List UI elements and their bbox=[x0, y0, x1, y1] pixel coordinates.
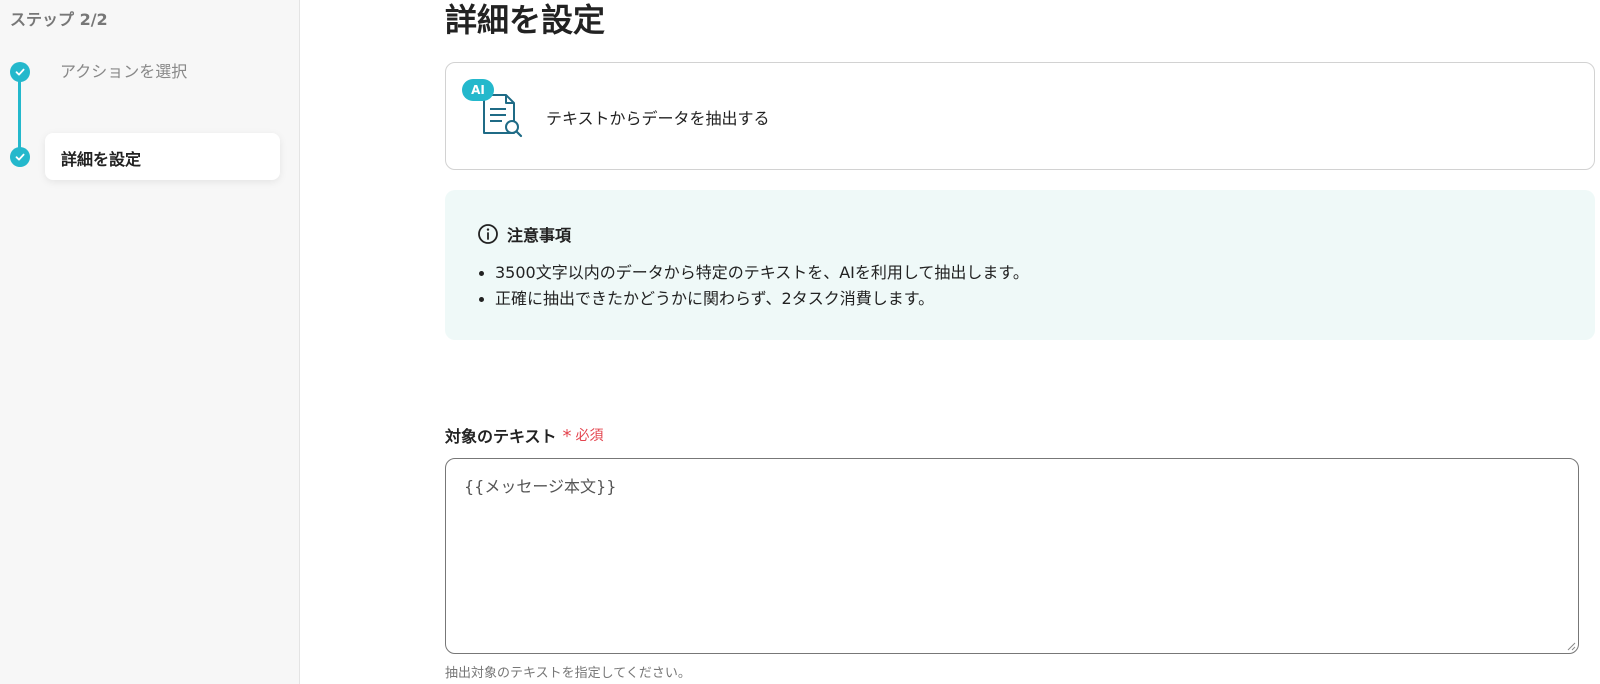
notice-title: 注意事項 bbox=[507, 226, 572, 245]
action-label: テキストからデータを抽出する bbox=[546, 109, 770, 128]
required-mark: * bbox=[562, 426, 572, 447]
main-content: 詳細を設定 AI テキストからデータを抽出する 注意事項 3500文字以内のデー… bbox=[445, 0, 1595, 684]
notice-item: 3500文字以内のデータから特定のテキストを、AIを利用して抽出します。 bbox=[477, 260, 1029, 286]
action-card[interactable]: AI テキストからデータを抽出する bbox=[445, 62, 1595, 170]
field-label-text: 対象のテキスト bbox=[445, 427, 557, 446]
notice-item: 正確に抽出できたかどうかに関わらず、2タスク消費します。 bbox=[477, 286, 1029, 312]
notice-header: 注意事項 bbox=[477, 222, 571, 246]
document-search-icon: AI bbox=[462, 79, 526, 143]
required-text: 必須 bbox=[575, 428, 604, 444]
ai-badge: AI bbox=[462, 79, 494, 101]
sidebar-step-label: 詳細を設定 bbox=[61, 150, 142, 169]
resize-handle-icon[interactable] bbox=[1566, 641, 1576, 651]
sidebar: ステップ 2/2 アクションを選択 詳細を設定 bbox=[0, 0, 300, 684]
check-icon bbox=[10, 62, 30, 82]
notice-list: 3500文字以内のデータから特定のテキストを、AIを利用して抽出します。 正確に… bbox=[477, 260, 1029, 312]
field-hint: 抽出対象のテキストを指定してください。 bbox=[445, 666, 691, 681]
target-text-value: {{メッセージ本文}} bbox=[464, 477, 617, 496]
step-count: ステップ 2/2 bbox=[10, 10, 108, 29]
sidebar-step-select-action[interactable]: アクションを選択 bbox=[60, 58, 187, 82]
page-title: 詳細を設定 bbox=[445, 1, 606, 39]
target-text-input[interactable]: {{メッセージ本文}} bbox=[445, 458, 1579, 654]
step-progress-line bbox=[18, 72, 21, 158]
sidebar-step-configure-details[interactable]: 詳細を設定 bbox=[45, 133, 280, 180]
info-icon bbox=[478, 224, 498, 244]
check-icon bbox=[10, 147, 30, 167]
field-label: 対象のテキスト * 必須 bbox=[445, 423, 604, 447]
notice-box: 注意事項 3500文字以内のデータから特定のテキストを、AIを利用して抽出します… bbox=[445, 190, 1595, 340]
